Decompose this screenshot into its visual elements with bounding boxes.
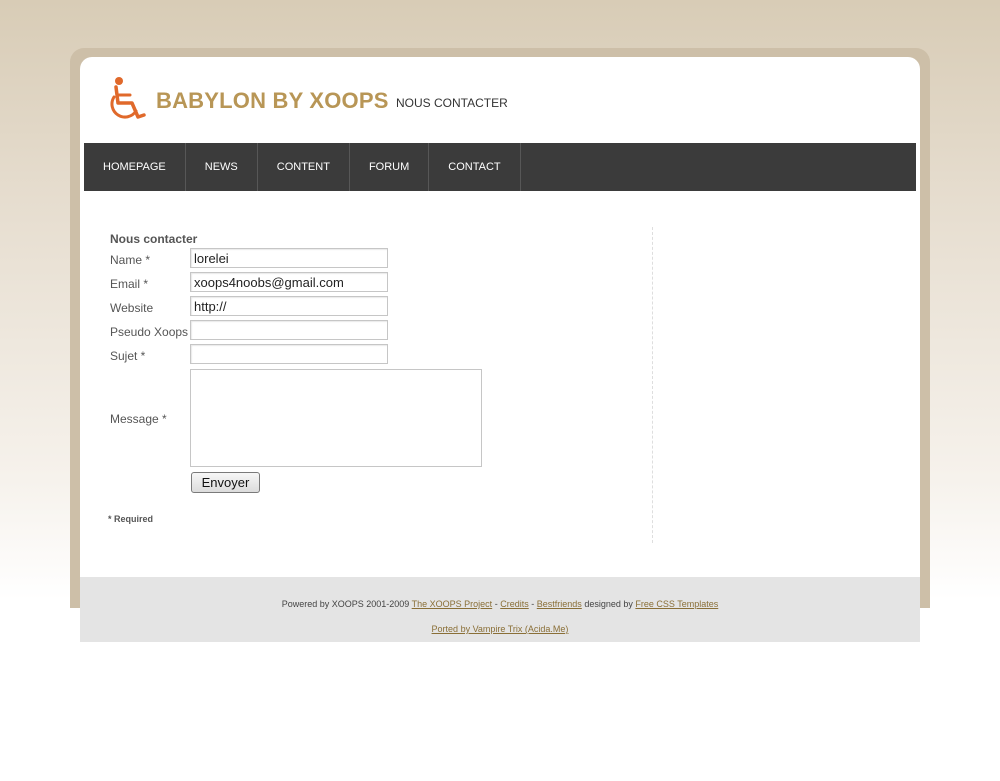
subject-label: Sujet * [110, 349, 146, 363]
nav-item-content[interactable]: CONTENT [258, 143, 350, 191]
name-input[interactable] [190, 248, 388, 268]
nav-item-forum[interactable]: FORUM [350, 143, 430, 191]
footer: Powered by XOOPS 2001-2009 The XOOPS Pro… [80, 577, 920, 642]
required-note: * Required [108, 514, 154, 524]
site-title[interactable]: BABYLON BY XOOPS [156, 88, 389, 114]
website-input[interactable] [190, 296, 388, 316]
column-divider [652, 227, 653, 543]
separator: - [494, 599, 498, 609]
powered-by-text: Powered by XOOPS 2001-2009 [281, 599, 410, 609]
footer-ported-line: Ported by Vampire Trix (Acida.Me) [80, 624, 920, 634]
credits-link[interactable]: Credits [500, 599, 529, 609]
message-label: Message * [110, 412, 167, 426]
main-nav: HOMEPAGE NEWS CONTENT FORUM CONTACT [84, 143, 916, 191]
nav-item-news[interactable]: NEWS [186, 143, 258, 191]
site-subtitle: NOUS CONTACTER [396, 96, 508, 110]
name-label: Name * [110, 253, 151, 267]
ported-by-link[interactable]: Ported by Vampire Trix (Acida.Me) [432, 624, 569, 634]
xoops-project-link[interactable]: The XOOPS Project [412, 599, 493, 609]
email-label: Email * [110, 277, 149, 291]
website-label: Website [110, 301, 154, 315]
nav-item-contact[interactable]: CONTACT [429, 143, 521, 191]
pseudo-xoops-input[interactable] [190, 320, 388, 340]
footer-credits-line: Powered by XOOPS 2001-2009 The XOOPS Pro… [80, 599, 920, 609]
page-container: BABYLON BY XOOPS NOUS CONTACTER HOMEPAGE… [80, 57, 920, 577]
designed-by-text: designed by [584, 599, 633, 609]
form-title: Nous contacter [110, 232, 198, 246]
email-input[interactable] [190, 272, 388, 292]
separator: - [531, 599, 535, 609]
free-css-templates-link[interactable]: Free CSS Templates [635, 599, 718, 609]
wheelchair-icon[interactable] [106, 75, 148, 123]
nav-item-homepage[interactable]: HOMEPAGE [84, 143, 186, 191]
submit-button[interactable]: Envoyer [191, 472, 260, 493]
bestfriends-link[interactable]: Bestfriends [537, 599, 582, 609]
pseudo-xoops-label: Pseudo Xoops [110, 325, 189, 339]
message-textarea[interactable] [190, 369, 482, 467]
subject-input[interactable] [190, 344, 388, 364]
